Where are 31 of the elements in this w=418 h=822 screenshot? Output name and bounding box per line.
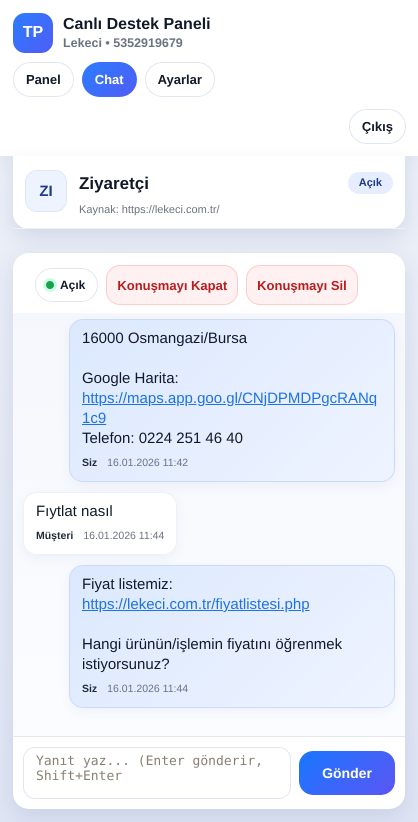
status-label: Açık — [60, 278, 86, 292]
conversation-action-button[interactable]: Konuşmayı Kapat — [106, 265, 238, 305]
sender-label: Müşteri — [36, 529, 74, 544]
conversation-item[interactable]: ZI Ziyaretçi Kaynak: https://lekeci.com.tr/ Açık — [13, 156, 405, 229]
message-text: Telefon: 0224 251 46 40 — [82, 429, 244, 449]
app-title: Canlı Destek Paneli — [63, 16, 211, 34]
status-badge: Açık — [348, 172, 393, 194]
logout-button[interactable]: Çıkış — [348, 109, 406, 144]
avatar: TP — [13, 13, 53, 53]
nav-tab[interactable]: Chat — [82, 62, 137, 97]
message-text: Fıytlat nasıl — [36, 502, 114, 522]
reply-field[interactable]: Yanıt yaz... (Enter gönderir, Shift+Enter — [23, 747, 291, 799]
message-text: 16000 Osmangazi/Bursa — [82, 329, 248, 349]
message-time: 16.01.2026 11:42 — [107, 456, 188, 471]
conversation-action-button[interactable]: Konuşmayı Sil — [246, 265, 358, 305]
source-url: Kaynak: https://lekeci.com.tr/ — [79, 204, 221, 216]
nav-tab[interactable]: Panel — [13, 62, 74, 97]
message-text: Fiyat listemiz: — [82, 575, 174, 595]
message-time: 16.01.2026 11:44 — [107, 682, 188, 697]
account-info: Lekeci • 5352919679 — [63, 36, 184, 50]
visitor-avatar: ZI — [25, 170, 67, 212]
nav-tab[interactable]: Ayarlar — [144, 62, 215, 97]
message-link[interactable]: https://lekeci.com.tr/fiyatlistesi.php — [82, 595, 382, 615]
sender-label: Siz — [82, 682, 98, 697]
message-link[interactable]: https://maps.app.goo.gl/CNjDPMDPgcRANq1c9 — [82, 389, 382, 429]
message-text: Google Harita: — [82, 369, 180, 389]
sender-label: Siz — [82, 456, 98, 471]
visitor-name: Ziyaretçi — [79, 174, 150, 194]
message-text: Hangi ürünün/işlemin fiyatını öğrenmek istiyorsunuz? — [82, 635, 344, 675]
message-time: 16.01.2026 11:44 — [83, 529, 164, 544]
send-button[interactable]: Gönder — [299, 751, 395, 795]
